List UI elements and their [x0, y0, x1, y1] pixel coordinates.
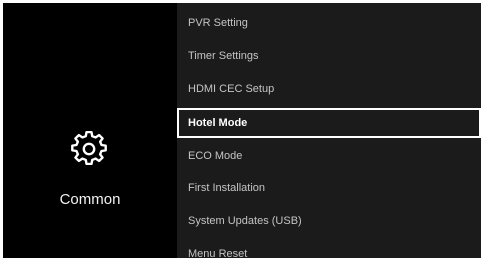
menu-item-menu-reset[interactable]: Menu Reset — [177, 239, 481, 258]
menu-item-system-updates-usb[interactable]: System Updates (USB) — [177, 206, 481, 236]
menu-item-eco-mode[interactable]: ECO Mode — [177, 141, 481, 171]
category-panel: Common — [3, 3, 177, 258]
menu-item-pvr-setting[interactable]: PVR Setting — [177, 8, 481, 38]
category-label: Common — [59, 191, 121, 208]
settings-menu: PVR Setting Timer Settings HDMI CEC Setu… — [177, 3, 481, 258]
menu-item-hdmi-cec-setup[interactable]: HDMI CEC Setup — [177, 74, 481, 104]
menu-item-timer-settings[interactable]: Timer Settings — [177, 41, 481, 71]
menu-item-hotel-mode[interactable]: Hotel Mode — [177, 108, 481, 138]
tv-settings-screen: Common PVR Setting Timer Settings HDMI C… — [3, 3, 481, 258]
gear-icon — [71, 131, 107, 166]
menu-item-first-installation[interactable]: First Installation — [177, 173, 481, 203]
